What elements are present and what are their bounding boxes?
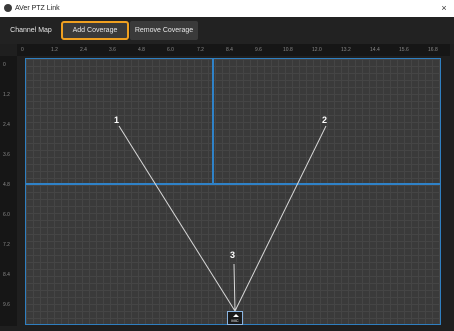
ruler-tick: 7.2: [197, 47, 204, 53]
ruler-tick: 1.2: [51, 47, 58, 53]
toolbar: Channel Map Add Coverage Remove Coverage: [0, 17, 454, 44]
ruler-tick: 14.4: [370, 47, 380, 53]
ruler-tick: 0: [3, 62, 6, 68]
ruler-tick: 3.6: [3, 152, 10, 158]
ruler-tick: 16.8: [428, 47, 438, 53]
title-bar: AVer PTZ Link ×: [0, 0, 454, 17]
ruler-tick: 0: [21, 47, 24, 53]
beam-lines: [118, 125, 327, 312]
ruler-tick: 8.4: [226, 47, 233, 53]
mic-direction-icon: [233, 314, 239, 317]
window-title: AVer PTZ Link: [15, 5, 60, 12]
ruler-tick: 10.8: [283, 47, 293, 53]
beam-label-1: 1: [114, 115, 120, 125]
ruler-tick: 13.2: [341, 47, 351, 53]
beam-line-1: [118, 125, 236, 312]
ruler-tick: 12.0: [312, 47, 322, 53]
ruler-tick: 9.6: [3, 302, 10, 308]
channel-map-tab[interactable]: Channel Map: [5, 21, 57, 40]
ruler-tick: 9.6: [255, 47, 262, 53]
beam-label-3: 3: [230, 250, 236, 260]
channel-map-canvas[interactable]: 1 2 3 MIC: [25, 58, 441, 325]
vertical-ruler: 0 1.2 2.4 3.6 4.8 6.0 7.2 8.4 9.6: [0, 56, 17, 326]
horizontal-ruler: 0 1.2 2.4 3.6 4.8 6.0 7.2 8.4 9.6 10.8 1…: [17, 44, 450, 56]
ruler-tick: 3.6: [109, 47, 116, 53]
beam-line-2: [234, 125, 327, 312]
add-coverage-button[interactable]: Add Coverage: [61, 21, 129, 40]
close-button[interactable]: ×: [438, 0, 450, 17]
ruler-tick: 7.2: [3, 242, 10, 248]
ruler-tick: 6.0: [167, 47, 174, 53]
ruler-tick: 2.4: [3, 122, 10, 128]
ruler-tick: 15.6: [399, 47, 409, 53]
beam-label-2: 2: [322, 115, 328, 125]
beam-line-3: [233, 263, 236, 312]
app-logo-icon: [4, 4, 12, 12]
mic-label: MIC: [231, 318, 239, 323]
ruler-tick: 4.8: [3, 182, 10, 188]
ruler-tick: 6.0: [3, 212, 10, 218]
ruler-tick: 1.2: [3, 92, 10, 98]
ruler-tick: 4.8: [138, 47, 145, 53]
ruler-tick: 2.4: [80, 47, 87, 53]
microphone-marker[interactable]: MIC: [227, 311, 243, 325]
ruler-tick: 8.4: [3, 272, 10, 278]
remove-coverage-button[interactable]: Remove Coverage: [130, 21, 198, 40]
